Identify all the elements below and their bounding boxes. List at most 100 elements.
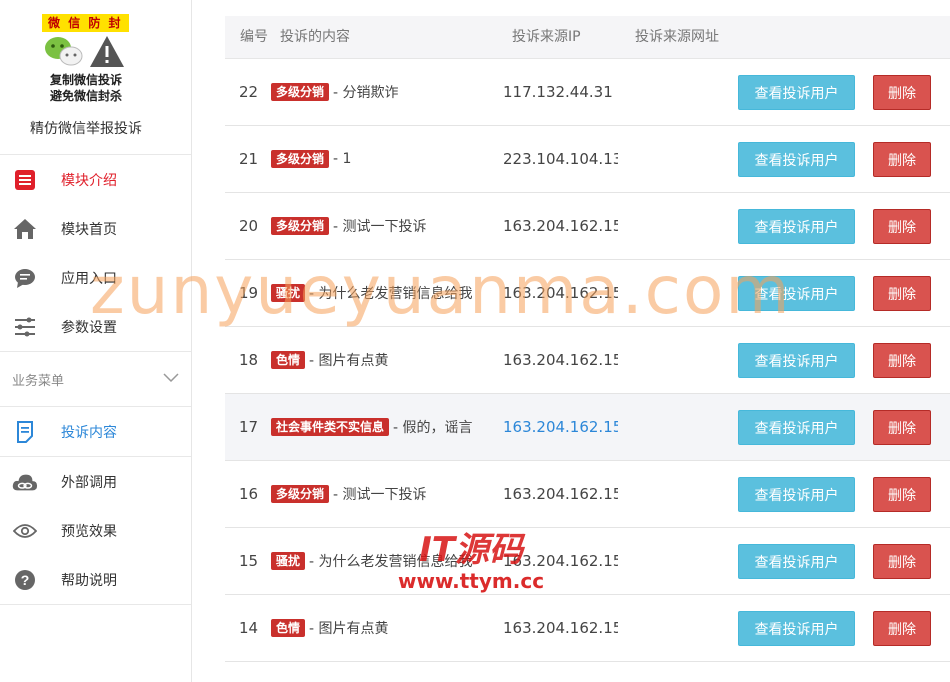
complaint-text: - 1 [333,151,352,167]
chevron-down-icon [163,372,179,387]
row-content: 多级分销 - 测试一下投诉 [271,193,501,259]
table-row: 21多级分销 - 1223.104.104.133查看投诉用户删除 [225,126,950,193]
nav-item-module-home[interactable]: 模块首页 [0,204,191,253]
row-content: 色情 - 图片有点黄 [271,327,501,393]
category-tag: 社会事件类不实信息 [271,418,390,436]
table-body: 22 多级分销 - 分销欺诈 117.132.44.31 查看投诉用户 删除 21 多级分销… [225,59,950,662]
nav-business: 投诉内容 [0,407,191,457]
help-icon: ? [12,567,38,593]
row-id: 20 [239,217,259,235]
view-complaint-users-button[interactable]: 查看投诉用户 [738,142,855,177]
complaint-text: - 假的，谣言 [393,420,473,436]
category-tag: 色情 [271,351,306,369]
wechat-warning-icon [45,36,124,67]
nav-item-label: 模块首页 [61,221,117,238]
eye-icon [12,518,38,544]
row-ip: 223.104.104.133 [503,150,618,168]
row-content: 社会事件类不实信息 - 假的，谣言 [271,394,501,460]
view-complaint-users-button[interactable]: 查看投诉用户 [738,209,855,244]
row-content: 多级分销 - 1 [271,126,501,192]
nav-item-label: 外部调用 [61,474,117,491]
row-ip: 163.204.162.155 [503,552,618,570]
nav-item-label: 模块介绍 [61,172,117,189]
app-name: 精仿微信举报投诉 [30,121,142,137]
complaint-text: - 测试一下投诉 [333,487,427,503]
row-content: 骚扰 - 为什么老发营销信息给我 [271,528,501,594]
complaint-text: - 为什么老发营销信息给我 [309,554,473,570]
complaint-text: - 测试一下投诉 [333,219,427,235]
nav-item-label: 帮助说明 [61,572,117,589]
document-icon [12,419,38,445]
row-ip: 117.132.44.31 [503,83,613,101]
delete-button[interactable]: 删除 [873,477,931,512]
view-complaint-users-button[interactable]: 查看投诉用户 [738,477,855,512]
category-tag: 多级分销 [271,217,330,235]
row-id: 14 [239,619,259,637]
category-tag: 骚扰 [271,284,306,302]
row-ip: 163.204.162.155 [503,217,618,235]
row-id: 16 [239,485,259,503]
delete-button[interactable]: 删除 [873,209,931,244]
nav-item-help[interactable]: ? 帮助说明 [0,555,191,604]
complaints-table: 编号 投诉的内容 投诉来源IP 投诉来源网址 22 多级分销 - 分销欺诈 117.… [225,16,950,662]
complaint-text: - 图片有点黄 [309,353,389,369]
view-complaint-users-button[interactable]: 查看投诉用户 [738,544,855,579]
brand-tagline-2: 避免微信封杀 [49,89,122,103]
settings-icon [12,314,38,340]
brand-tagline-1: 复制微信投诉 [49,73,122,87]
table-row: 16多级分销 - 测试一下投诉163.204.162.155查看投诉用户删除 [225,461,950,528]
delete-button[interactable]: 删除 [873,75,931,110]
category-tag: 多级分销 [271,150,330,168]
view-complaint-users-button[interactable]: 查看投诉用户 [738,343,855,378]
complaint-text: - 分销欺诈 [333,85,399,101]
nav-item-complaints[interactable]: 投诉内容 [0,407,191,456]
view-complaint-users-button[interactable]: 查看投诉用户 [738,410,855,445]
col-header-id: 编号 [240,28,268,45]
nav-main: 模块介绍 模块首页 应用入口 参数设置 [0,155,191,352]
category-tag: 骚扰 [271,552,306,570]
category-tag: 色情 [271,619,306,637]
row-id: 19 [239,284,259,302]
table-row: 14 色情 - 图片有点黄 163.204.162.155 查看投诉用户删除 [225,595,950,662]
table-row: 22 多级分销 - 分销欺诈 117.132.44.31 查看投诉用户 删除 [225,59,950,126]
row-ip: 163.204.162.155 [503,619,618,637]
nav-item-module-intro[interactable]: 模块介绍 [0,155,191,204]
view-complaint-users-button[interactable]: 查看投诉用户 [738,75,855,110]
col-header-url: 投诉来源网址 [635,28,719,45]
delete-button[interactable]: 删除 [873,276,931,311]
row-ip: 163.204.162.155 [503,284,618,302]
complaint-text: - 图片有点黄 [309,621,389,637]
nav-item-label: 预览效果 [61,523,117,540]
category-tag: 多级分销 [271,83,330,101]
nav-extra: 外部调用 预览效果 ? 帮助说明 [0,457,191,605]
delete-button[interactable]: 删除 [873,544,931,579]
nav-item-preview[interactable]: 预览效果 [0,506,191,555]
row-ip[interactable]: 163.204.162.155 [503,394,618,460]
row-id: 22 [239,83,259,101]
view-complaint-users-button[interactable]: 查看投诉用户 [738,276,855,311]
row-ip: 163.204.162.155 [503,351,618,369]
row-id: 18 [239,351,259,369]
row-id: 17 [239,418,259,436]
row-content: 骚扰 - 为什么老发营销信息给我 [271,260,501,326]
nav-item-settings[interactable]: 参数设置 [0,302,191,351]
table-row: 17社会事件类不实信息 - 假的，谣言163.204.162.155查看投诉用户… [225,394,950,461]
view-complaint-users-button[interactable]: 查看投诉用户 [738,611,855,646]
delete-button[interactable]: 删除 [873,142,931,177]
delete-button[interactable]: 删除 [873,410,931,445]
row-ip: 163.204.162.155 [503,485,618,503]
nav-item-label: 参数设置 [61,319,117,336]
table-row: 18色情 - 图片有点黄163.204.162.155查看投诉用户删除 [225,327,950,394]
sidebar: 微 信 防 封 复制微信投诉 避免微信封杀 精仿微信举报投诉 模块介绍 模块首页… [0,0,192,682]
complaint-text: - 为什么老发营销信息给我 [309,286,473,302]
table-row: 20多级分销 - 测试一下投诉163.204.162.155查看投诉用户删除 [225,193,950,260]
business-menu-toggle[interactable]: 业务菜单 [0,352,191,407]
chat-icon [12,265,38,291]
delete-button[interactable]: 删除 [873,343,931,378]
nav-item-label: 投诉内容 [61,424,117,441]
table-row: 15骚扰 - 为什么老发营销信息给我163.204.162.155查看投诉用户删… [225,528,950,595]
col-header-ip: 投诉来源IP [512,28,581,45]
nav-item-app-entry[interactable]: 应用入口 [0,253,191,302]
delete-button[interactable]: 删除 [873,611,931,646]
nav-item-external-call[interactable]: 外部调用 [0,457,191,506]
